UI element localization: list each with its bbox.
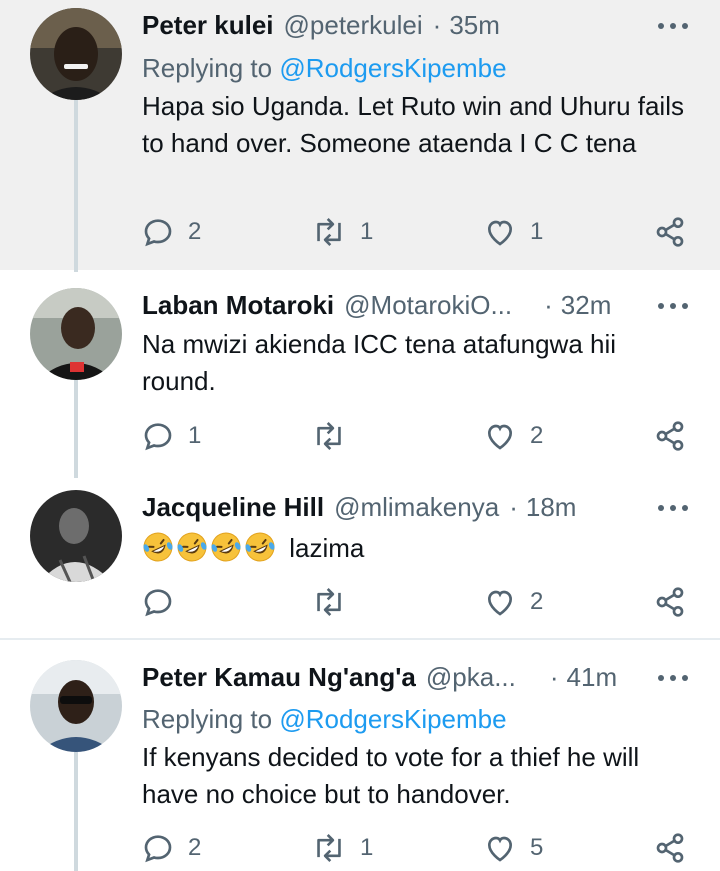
mention-link[interactable]: @RodgersKipembe <box>279 704 506 734</box>
display-name[interactable]: Peter kulei <box>142 10 274 41</box>
avatar[interactable] <box>30 490 122 582</box>
tweet-actions: 2 1 5 <box>142 832 702 866</box>
user-handle[interactable]: @mlimakenya <box>334 492 499 523</box>
avatar[interactable] <box>30 288 122 380</box>
share-icon <box>654 586 686 618</box>
retweet-count: 1 <box>360 834 374 861</box>
separator-dot: · <box>432 10 442 40</box>
like-count: 5 <box>530 834 544 861</box>
tweet-actions: 1 2 <box>142 420 702 454</box>
tweet-laban-motaroki[interactable]: Laban Motaroki @MotarokiO... · 32m Na mw… <box>0 270 720 478</box>
like-count: 2 <box>530 422 544 449</box>
replying-to-label: Replying to <box>142 53 273 83</box>
separator-dot: · <box>509 492 518 522</box>
reply-icon <box>142 586 174 618</box>
tweet-peter-kulei[interactable]: Peter kulei @peterkulei · 35m Replying t… <box>0 0 720 272</box>
more-icon[interactable] <box>658 505 688 513</box>
conversation-feed: Peter kulei @peterkulei · 35m Replying t… <box>0 0 720 871</box>
avatar[interactable] <box>30 660 122 752</box>
reply-button[interactable]: 1 <box>142 420 201 452</box>
retweet-count: 1 <box>360 218 374 245</box>
tweet-text-body: lazima <box>289 533 365 563</box>
display-name[interactable]: Jacqueline Hill <box>142 492 324 523</box>
emoji-row <box>142 532 278 563</box>
share-button[interactable] <box>654 832 686 864</box>
like-icon <box>484 216 516 248</box>
reply-button[interactable]: 2 <box>142 832 201 864</box>
replying-to: Replying to @RodgersKipembe <box>142 704 507 735</box>
share-button[interactable] <box>654 420 686 452</box>
reply-count: 2 <box>188 218 202 245</box>
replying-to: Replying to @RodgersKipembe <box>142 53 507 84</box>
like-count: 1 <box>530 218 544 245</box>
rolling-on-floor-laughing-emoji <box>245 532 275 562</box>
retweet-button[interactable]: 1 <box>312 832 373 864</box>
user-handle[interactable]: @pka... <box>426 662 516 693</box>
reply-icon <box>142 420 174 452</box>
reply-count: 1 <box>188 422 202 449</box>
retweet-button[interactable] <box>312 420 346 452</box>
like-icon <box>484 420 516 452</box>
user-handle[interactable]: @MotarokiO... <box>344 290 512 321</box>
reply-button[interactable] <box>142 586 174 618</box>
retweet-icon <box>312 832 346 864</box>
rolling-on-floor-laughing-emoji <box>143 532 173 562</box>
retweet-icon <box>312 420 346 452</box>
share-button[interactable] <box>654 216 686 248</box>
share-icon <box>654 216 686 248</box>
separator-dot: · <box>549 662 559 692</box>
like-icon <box>484 586 516 618</box>
tweet-text: lazima <box>142 530 690 567</box>
share-button[interactable] <box>654 586 686 618</box>
more-icon[interactable] <box>658 303 688 311</box>
tweet-actions: 2 1 1 <box>142 216 702 250</box>
like-count: 2 <box>530 588 544 615</box>
retweet-button[interactable]: 1 <box>312 216 373 248</box>
more-icon[interactable] <box>658 675 688 683</box>
separator-dot: · <box>544 290 553 320</box>
display-name[interactable]: Peter Kamau Ng'ang'a <box>142 662 416 693</box>
rolling-on-floor-laughing-emoji <box>177 532 207 562</box>
tweet-text: If kenyans decided to vote for a thief h… <box>142 742 640 809</box>
reply-icon <box>142 216 174 248</box>
retweet-icon <box>312 216 346 248</box>
user-handle[interactable]: @peterkulei <box>284 10 423 41</box>
thread-line <box>74 752 78 871</box>
like-icon <box>484 832 516 864</box>
like-button[interactable]: 5 <box>484 832 543 864</box>
display-name[interactable]: Laban Motaroki <box>142 290 334 321</box>
retweet-icon <box>312 586 346 618</box>
share-icon <box>654 420 686 452</box>
tweet-text: Na mwizi akienda ICC tena atafungwa hii … <box>142 329 617 396</box>
thread-line <box>74 100 78 272</box>
rolling-on-floor-laughing-emoji <box>211 532 241 562</box>
tweet-peter-kamau[interactable]: Peter Kamau Ng'ang'a @pka... · 41m Reply… <box>0 640 720 871</box>
reply-button[interactable]: 2 <box>142 216 201 248</box>
thread-line <box>74 380 78 478</box>
more-icon[interactable] <box>658 23 688 31</box>
like-button[interactable]: 2 <box>484 586 543 618</box>
tweet-actions: 2 <box>142 586 702 620</box>
timestamp[interactable]: 35m <box>449 10 500 41</box>
replying-to-label: Replying to <box>142 704 273 734</box>
timestamp[interactable]: 41m <box>567 662 618 693</box>
reply-count: 2 <box>188 834 202 861</box>
tweet-text: Hapa sio Uganda. Let Ruto win and Uhuru … <box>142 91 684 158</box>
avatar[interactable] <box>30 8 122 100</box>
like-button[interactable]: 2 <box>484 420 543 452</box>
share-icon <box>654 832 686 864</box>
reply-icon <box>142 832 174 864</box>
retweet-button[interactable] <box>312 586 346 618</box>
tweet-jacqueline-hill[interactable]: Jacqueline Hill @mlimakenya · 18m lazima… <box>0 478 720 638</box>
like-button[interactable]: 1 <box>484 216 543 248</box>
mention-link[interactable]: @RodgersKipembe <box>279 53 506 83</box>
timestamp[interactable]: 18m <box>526 492 577 523</box>
timestamp[interactable]: 32m <box>561 290 612 321</box>
